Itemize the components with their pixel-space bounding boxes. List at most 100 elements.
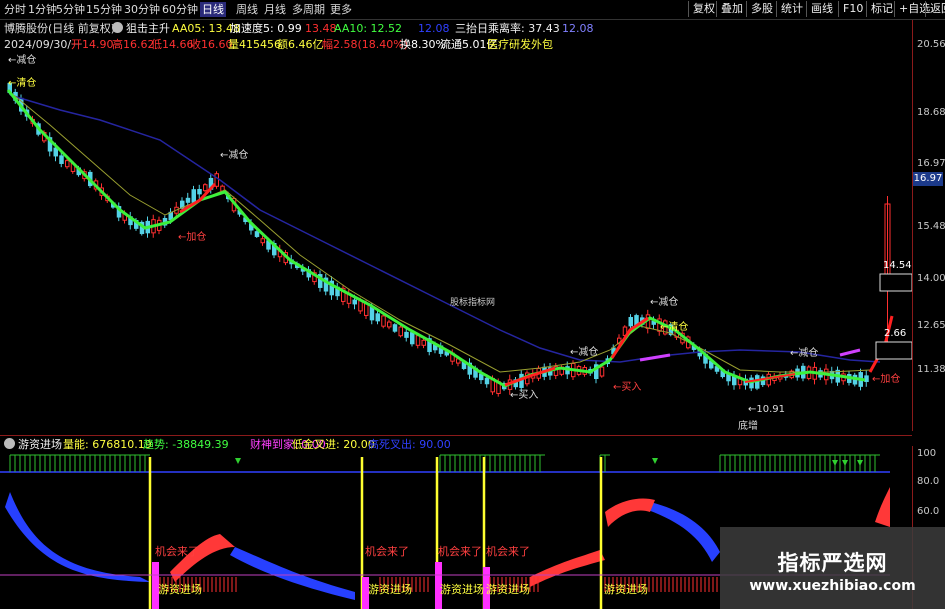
down-arrow-icon	[832, 460, 838, 466]
current-price-label: 16.97	[913, 172, 943, 186]
sub-tick: 100	[917, 448, 937, 459]
candle-body	[381, 315, 386, 327]
entry-label: 游资进场	[604, 582, 648, 596]
period-tab-2[interactable]: 5分钟	[56, 2, 85, 17]
toolbar-button-0[interactable]: 复权	[688, 1, 719, 17]
toolbar-button-1[interactable]: 叠加	[716, 1, 747, 17]
annotation-buy: ←买入	[613, 381, 641, 393]
price-axis: 20.56 18.68 16.97 15.48 14.00 12.65 11.38	[912, 20, 945, 431]
price-tick: 14.00	[917, 273, 945, 284]
candle-body	[59, 155, 64, 164]
toolbar-button-2[interactable]: 多股	[746, 1, 777, 17]
period-tab-10[interactable]: 更多	[330, 2, 352, 17]
price-tick: 18.68	[917, 107, 945, 118]
annotation-clear: ←清仓	[8, 76, 36, 89]
watermark-box: 指标严选网 www.xuezhibiao.com	[720, 527, 945, 609]
price-box	[879, 273, 912, 292]
candle-body	[387, 321, 392, 328]
chance-label: 机会来了	[486, 544, 530, 558]
candle-body	[375, 313, 380, 322]
sub-low-cross: 低金叉进: 20.00	[292, 438, 375, 451]
candle-body	[864, 375, 869, 383]
period-tab-3[interactable]: 15分钟	[86, 2, 122, 17]
sub-tick: 80.0	[917, 476, 940, 487]
candle-body	[191, 189, 196, 203]
price-tick: 11.38	[917, 364, 945, 375]
candle-body	[421, 339, 426, 346]
entry-label: 游资进场	[368, 582, 412, 596]
candle-body	[628, 316, 633, 327]
ma-magenta-segment	[839, 348, 861, 357]
sub-trend: 趋势: -38849.39	[143, 438, 229, 451]
candle-body	[404, 331, 409, 338]
sub-high-cross: 高死叉出: 90.00	[368, 438, 451, 451]
price-tick: 12.65	[917, 320, 945, 331]
candle-body	[53, 147, 58, 157]
price-tick: 15.48	[917, 221, 945, 232]
pane-divider	[0, 435, 912, 436]
period-tab-9[interactable]: 多周期	[292, 2, 325, 17]
candle-body	[415, 335, 421, 346]
candle-body	[185, 197, 191, 203]
period-tab-1[interactable]: 1分钟	[28, 2, 57, 17]
sub-tick: 60.0	[917, 506, 940, 517]
candle-body	[65, 160, 70, 168]
price-tick: 16.97	[917, 158, 945, 169]
candlestick-chart[interactable]: ←减仓←清仓←减仓←加仓股标指标网 ←减仓←清仓←减仓←买入←买入←10.91←减…	[0, 20, 912, 440]
price-tick: 20.56	[917, 39, 945, 50]
ma-magenta-segment	[639, 353, 671, 362]
period-tab-5[interactable]: 60分钟	[162, 2, 198, 17]
toolbar-button-8[interactable]: 返回	[925, 1, 945, 17]
toolbar-button-4[interactable]: 画线	[806, 1, 837, 17]
blue-ribbon	[648, 502, 720, 562]
chance-label: 机会来了	[438, 544, 482, 558]
candle-body	[203, 184, 208, 192]
candle-body	[410, 332, 415, 345]
period-tab-4[interactable]: 30分钟	[124, 2, 160, 17]
period-tab-6[interactable]: 日线	[200, 2, 226, 17]
period-tab-0[interactable]: 分时	[4, 2, 26, 17]
blue-ribbon	[5, 492, 150, 582]
candle-body	[197, 188, 202, 195]
toolbar-button-6[interactable]: 标记	[866, 1, 897, 17]
annotation-clear: ←清仓	[660, 320, 688, 333]
blue-ribbon	[230, 547, 355, 600]
sub-volume: 量能: 676810.19	[63, 438, 152, 451]
down-arrow-icon	[235, 458, 241, 464]
candle-body	[352, 299, 357, 305]
toolbar-button-3[interactable]: 统计	[776, 1, 807, 17]
annotation-buy: ←买入	[510, 389, 538, 401]
red-ribbon	[875, 487, 890, 527]
entry-label: 游资进场	[440, 582, 484, 596]
ma-olive-line	[9, 91, 871, 373]
candle-body	[260, 238, 265, 244]
price-box-label: 14.54	[883, 260, 912, 271]
annotation-reduce: ←减仓	[8, 53, 36, 66]
watermark-url: www.xuezhibiao.com	[749, 578, 916, 594]
period-tab-7[interactable]: 周线	[236, 2, 258, 17]
period-tab-8[interactable]: 月线	[264, 2, 286, 17]
price-box-label: 2.66	[884, 328, 906, 339]
candle-body	[254, 231, 260, 237]
chance-label: 机会来了	[365, 544, 409, 558]
red-ribbon	[530, 550, 605, 587]
toolbar-button-5[interactable]: F10	[838, 1, 867, 17]
red-ribbon	[605, 498, 655, 527]
annotation-add: ←加仓	[178, 230, 206, 243]
candle-body	[484, 377, 490, 385]
price-box	[875, 341, 912, 360]
annotation-reduce: ←减仓	[790, 346, 818, 359]
annotation-reduce: ←减仓	[650, 295, 678, 308]
candle-body	[599, 366, 605, 377]
chance-label: 机会来了	[155, 544, 199, 558]
candle-body	[214, 173, 219, 187]
period-toolbar: 分时 1分钟 5分钟 15分钟 30分钟 60分钟 日线 周线 月线 多周期 更多 复权 叠加 多股 统计画…	[0, 0, 945, 20]
candle-body	[392, 324, 398, 332]
entry-label: 游资进场	[158, 582, 202, 596]
annotation-watermark: 股标指标网	[450, 296, 495, 308]
ma-green-line	[6, 89, 866, 388]
gear-icon[interactable]	[4, 438, 15, 449]
candle-body	[398, 326, 403, 337]
annotation-reduce: ←减仓	[570, 345, 598, 358]
sub-indicator-name: 游资进场	[18, 438, 62, 451]
